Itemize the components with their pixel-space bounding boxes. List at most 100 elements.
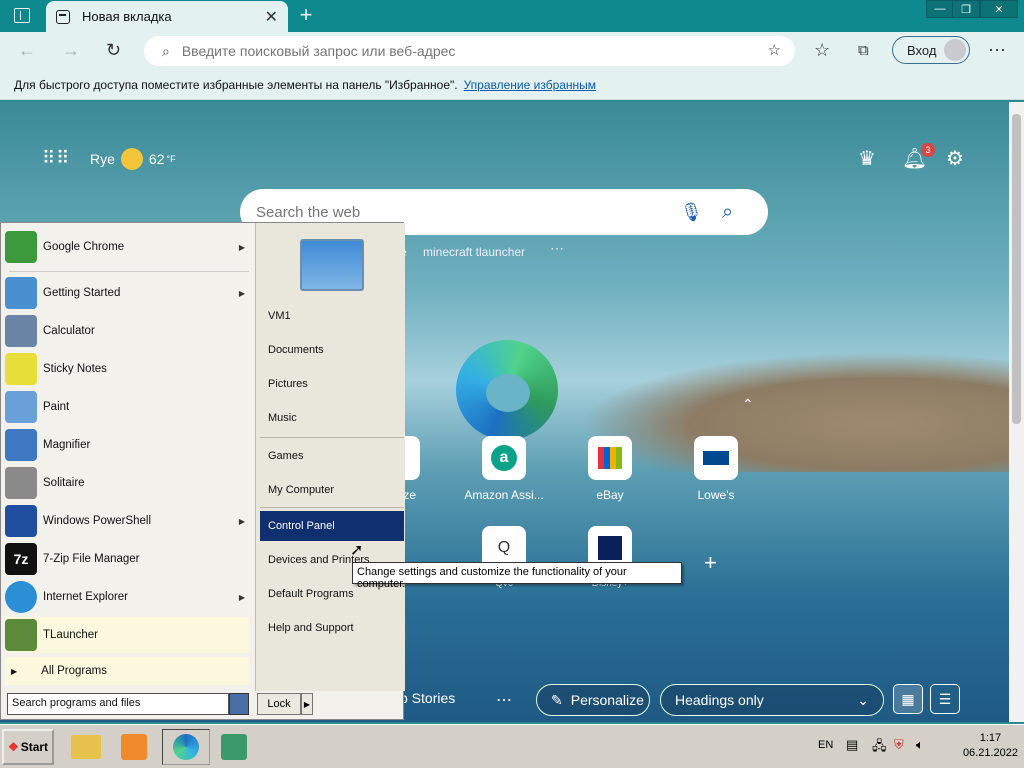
microphone-icon[interactable]: 🎙︎ (680, 202, 703, 223)
start-item-sticky-notes[interactable]: Sticky Notes (5, 351, 249, 387)
start-item-label: Solitaire (43, 477, 85, 489)
start-item-internet-explorer[interactable]: Internet Explorer ▶ (5, 579, 249, 615)
forward-icon[interactable]: → (62, 40, 80, 61)
start-link-control-panel[interactable]: Control Panel (260, 511, 404, 541)
list-view-icon[interactable]: ☰ (930, 684, 960, 714)
submenu-arrow-icon: ▶ (238, 288, 245, 298)
notification-badge: 3 (921, 143, 935, 157)
windows-logo-icon: ❖ (7, 740, 19, 754)
quicklink-label: Lowe's (697, 488, 735, 502)
start-item-powershell[interactable]: Windows PowerShell ▶ (5, 503, 249, 539)
start-link-pictures[interactable]: Pictures (260, 369, 404, 399)
profile-button[interactable]: Вход (892, 36, 970, 64)
ebay-icon (598, 447, 622, 469)
magnifier-icon (5, 429, 37, 461)
start-search-icon[interactable] (229, 693, 249, 715)
grid-view-icon[interactable]: ▦ (893, 684, 923, 714)
chrome-icon (5, 231, 37, 263)
language-indicator[interactable]: EN (818, 739, 833, 751)
trending-more-icon[interactable]: ⋯ (550, 240, 564, 257)
start-item-getting-started[interactable]: Getting Started ▶ (5, 275, 249, 311)
start-item-7zip[interactable]: 7z 7-Zip File Manager (5, 541, 249, 577)
collapse-chevron-icon[interactable]: ⌃ (742, 396, 754, 413)
web-search-input[interactable] (256, 203, 656, 221)
tab-title: Новая вкладка (82, 9, 172, 24)
weather-location: Rye (90, 151, 115, 167)
tray-security-icon[interactable]: ⛨ (894, 737, 904, 753)
clock-time: 1:17 (979, 732, 1002, 744)
add-favorite-icon[interactable]: ☆ (768, 41, 781, 59)
start-item-label: Calculator (43, 325, 95, 337)
taskbar: ❖ Start EN ▤ 🖧︎ ⛨ 🔈︎ 1:17 06.21.2022 (0, 724, 1024, 768)
search-submit-icon[interactable]: ⌕ (722, 201, 733, 224)
start-link-games[interactable]: Games (260, 441, 404, 471)
more-options-icon[interactable]: ⋯ (988, 40, 1006, 61)
start-item-magnifier[interactable]: Magnifier (5, 427, 249, 463)
trending-item[interactable]: minecraft tlauncher (423, 245, 525, 259)
start-item-label: Google Chrome (43, 241, 125, 253)
start-button[interactable]: ❖ Start (2, 729, 54, 765)
start-link-music[interactable]: Music (260, 403, 404, 433)
quicklink-lowes[interactable] (694, 436, 738, 480)
start-item-calculator[interactable]: Calculator (5, 313, 249, 349)
profile-label: Вход (907, 42, 937, 58)
start-item-tlauncher[interactable]: TLauncher (5, 617, 249, 653)
scrollbar-thumb[interactable] (1012, 114, 1021, 424)
collections-icon[interactable]: ⧉ (858, 42, 869, 59)
start-item-label: Paint (43, 401, 70, 413)
manage-favorites-link[interactable]: Управление избранным (464, 78, 596, 92)
headings-dropdown[interactable]: Headings only ⌄ (660, 684, 884, 716)
minimize-button[interactable]: — (926, 0, 954, 18)
paint-icon (5, 391, 37, 423)
apps-launcher-icon[interactable]: ⠿⠿ (42, 148, 70, 169)
personalize-button[interactable]: ✎ Personalize (536, 684, 650, 716)
control-panel-picture-icon (300, 239, 364, 291)
tray-volume-icon[interactable]: 🔈︎ (916, 737, 924, 753)
new-tab-button[interactable]: + (294, 2, 318, 28)
page-scrollbar[interactable] (1009, 102, 1024, 722)
weather-widget[interactable]: Rye 62 °F (90, 148, 176, 170)
start-link-label: My Computer (268, 484, 335, 496)
start-menu-right-pane: VM1 Documents Pictures Music Games My Co… (255, 223, 405, 691)
tab-actions-icon[interactable] (14, 8, 30, 23)
lock-button[interactable]: Lock (257, 693, 301, 715)
quicklink-amazon[interactable]: a (482, 436, 526, 480)
tab-new[interactable]: Новая вкладка ✕ (46, 1, 288, 32)
start-item-paint[interactable]: Paint (5, 389, 249, 425)
shutdown-options-arrow-icon[interactable]: ▶ (301, 693, 313, 715)
taskbar-media-player[interactable] (114, 729, 154, 765)
tray-action-center-icon[interactable]: ▤ (846, 737, 858, 753)
stories-tab[interactable]: p Stories (400, 690, 455, 706)
back-icon[interactable]: ← (18, 40, 36, 61)
start-item-label: TLauncher (43, 629, 98, 641)
clock[interactable]: 1:17 06.21.2022 (963, 731, 1018, 761)
start-link-help-support[interactable]: Help and Support (260, 613, 404, 643)
close-window-button[interactable]: ✕ (980, 0, 1018, 18)
rewards-icon[interactable]: ♛ (858, 146, 876, 171)
add-quicklink-icon[interactable]: + (704, 550, 717, 576)
quicklink-ebay[interactable] (588, 436, 632, 480)
address-input[interactable] (181, 43, 742, 59)
start-link-vm1[interactable]: VM1 (260, 301, 404, 331)
tray-network-icon[interactable]: 🖧︎ (872, 737, 887, 759)
refresh-icon[interactable]: ↻ (106, 40, 121, 61)
feed-more-icon[interactable]: ⋯ (496, 690, 512, 710)
all-programs-button[interactable]: ▶ All Programs (5, 657, 249, 685)
start-item-google-chrome[interactable]: Google Chrome ▶ (5, 229, 249, 265)
mouse-cursor-icon: ➚ (350, 542, 364, 559)
amazon-icon: a (491, 445, 517, 471)
restore-button[interactable]: ❐ (952, 0, 980, 18)
start-item-solitaire[interactable]: Solitaire (5, 465, 249, 501)
taskbar-edge[interactable] (162, 729, 210, 765)
start-link-label: VM1 (268, 310, 291, 322)
settings-gear-icon[interactable]: ⚙ (946, 146, 964, 171)
start-link-my-computer[interactable]: My Computer (260, 475, 404, 505)
tab-close-icon[interactable]: ✕ (265, 7, 278, 27)
address-bar[interactable]: ⌕ ☆ (144, 36, 795, 66)
taskbar-downloader[interactable] (214, 729, 254, 765)
start-search-input[interactable]: Search programs and files (7, 693, 229, 715)
taskbar-explorer[interactable] (66, 729, 106, 765)
getting-started-icon (5, 277, 37, 309)
start-link-documents[interactable]: Documents (260, 335, 404, 365)
favorites-icon[interactable]: ☆ (814, 40, 830, 61)
